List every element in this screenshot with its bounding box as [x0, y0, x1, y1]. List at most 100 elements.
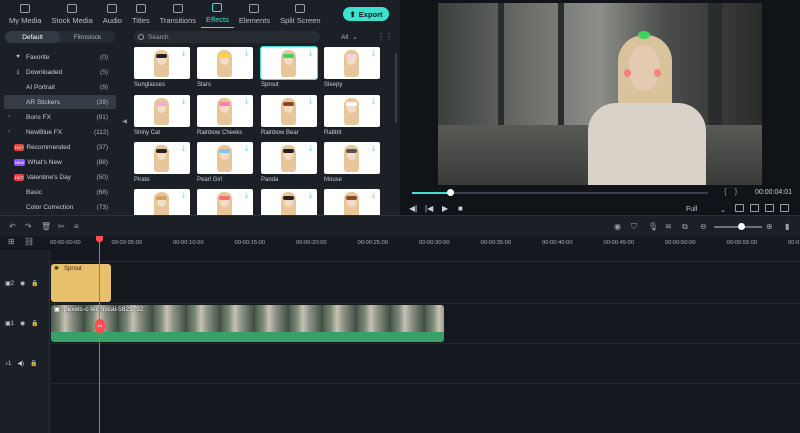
tab-effects[interactable]: Effects — [201, 0, 234, 28]
render-icon[interactable]: ◉ — [614, 222, 621, 231]
tab-audio[interactable]: Audio — [98, 0, 127, 28]
download-icon[interactable]: ⤓ — [309, 98, 312, 105]
play-icon[interactable]: ▶ — [442, 204, 448, 213]
collapse-panel-button[interactable]: ◀ — [120, 28, 129, 215]
export-button[interactable]: ⬆ Export — [343, 7, 389, 21]
category-ar-stickers[interactable]: AR Stickers (39) — [4, 95, 116, 109]
download-icon[interactable]: ⤓ — [182, 145, 185, 152]
monitor-icon[interactable] — [735, 204, 744, 212]
effect-card[interactable]: ⤓ — [324, 189, 380, 215]
preview-zoom-select[interactable]: Full ⌄ — [686, 204, 726, 215]
filter-dropdown[interactable]: All ⌄ — [341, 31, 368, 43]
speaker-icon[interactable]: ◀) — [17, 360, 24, 367]
volume-icon[interactable] — [765, 204, 774, 212]
effect-card[interactable]: ⤓ — [134, 95, 190, 127]
grid-scrollbar[interactable] — [395, 53, 397, 123]
link-icon[interactable]: ⛓ — [24, 237, 34, 246]
download-icon[interactable]: ⤓ — [309, 192, 312, 199]
video-clip[interactable]: ▣ pexels-c-technical-5823792 — [51, 305, 444, 342]
timeline-zoom-slider[interactable] — [714, 223, 762, 230]
category-whats-new[interactable]: NEW What's New (88) — [4, 155, 116, 169]
undo-icon[interactable]: ↶ — [9, 222, 16, 231]
category-ai-portrait[interactable]: AI Portrait (9) — [4, 80, 116, 94]
redo-icon[interactable]: ↷ — [25, 222, 32, 231]
effect-card[interactable]: ⤓ — [324, 95, 380, 127]
shield-icon[interactable]: ⛉ — [631, 222, 637, 232]
delete-icon[interactable]: 🗑 — [41, 222, 51, 231]
category-recommended[interactable]: HOT Recommended (37) — [4, 140, 116, 154]
tab-stock-media[interactable]: Stock Media — [47, 0, 98, 28]
video-preview[interactable] — [438, 3, 762, 185]
effect-card[interactable]: ⤓ — [261, 95, 317, 127]
category-newblue-fx[interactable]: › NewBlue FX (112) — [4, 125, 116, 139]
download-icon[interactable]: ⤓ — [245, 98, 248, 105]
download-icon[interactable]: ⤓ — [372, 50, 375, 57]
add-track-icon[interactable]: ⊞ — [8, 237, 15, 246]
category-basic[interactable]: Basic (68) — [4, 185, 116, 199]
effect-card[interactable]: ⤓ — [134, 189, 190, 215]
playback-progress-bar[interactable] — [412, 189, 708, 196]
download-icon[interactable]: ⤓ — [182, 50, 185, 57]
download-icon[interactable]: ⤓ — [245, 50, 248, 57]
eye-icon[interactable]: ◉ — [20, 280, 25, 287]
tab-my-media[interactable]: My Media — [4, 0, 47, 28]
mic-icon[interactable]: 🎙 — [648, 222, 658, 231]
effect-card[interactable]: ⤓ — [261, 142, 317, 174]
tab-transitions[interactable]: Transitions — [155, 0, 201, 28]
scissors-icon[interactable]: ✂ — [95, 319, 105, 333]
mark-in-out-icon[interactable]: {} — [724, 187, 745, 196]
download-icon[interactable]: ⤓ — [372, 192, 375, 199]
download-icon[interactable]: ⤓ — [182, 192, 185, 199]
tab-titles[interactable]: Titles — [127, 0, 155, 28]
effect-card[interactable]: ⤓ — [324, 142, 380, 174]
effect-card[interactable]: ⤓ — [197, 95, 253, 127]
download-icon[interactable]: ⤓ — [245, 145, 248, 152]
grid-view-icon[interactable]: ⋮⋮ — [377, 32, 393, 41]
effect-card[interactable]: ⤓ — [134, 47, 190, 79]
category-valentines-day[interactable]: HOT Valentine's Day (50) — [4, 170, 116, 184]
chevron-right-icon[interactable]: › — [4, 114, 14, 120]
menu-icon[interactable]: ≡ — [74, 222, 79, 231]
effect-card[interactable]: ⤓ — [134, 142, 190, 174]
category-boris-fx[interactable]: › Boris FX (91) — [4, 110, 116, 124]
category-color-correction[interactable]: Color Correction (73) — [4, 200, 116, 214]
zoom-in-icon[interactable]: ⊕ — [766, 222, 773, 231]
lock-icon[interactable]: 🔒 — [31, 320, 38, 327]
crop-icon[interactable]: ⧉ — [682, 222, 688, 232]
segment-default[interactable]: Default — [5, 31, 60, 43]
fullscreen-icon[interactable] — [780, 204, 789, 212]
lock-icon[interactable]: 🔒 — [30, 360, 37, 367]
effect-card[interactable]: ⤓ — [197, 142, 253, 174]
download-icon[interactable]: ⤓ — [372, 98, 375, 105]
timeline-ruler[interactable]: ⊞ ⛓ 00:00:00:00 00:00:05:00 00:00:10:00 00:… — [0, 236, 800, 250]
download-icon[interactable]: ⤓ — [309, 50, 312, 57]
search-input[interactable]: Search — [134, 31, 320, 43]
cut-icon[interactable]: ✂ — [58, 222, 65, 231]
category-downloaded[interactable]: ⤓ Downloaded (5) — [4, 65, 116, 79]
download-icon[interactable]: ⤓ — [372, 145, 375, 152]
effect-card[interactable]: ⤓ — [197, 47, 253, 79]
effect-card[interactable]: ⤓ — [197, 189, 253, 215]
sticker-clip[interactable]: Sprout ✺ — [51, 264, 111, 302]
effect-card[interactable]: ⤓ — [260, 46, 318, 80]
tab-elements[interactable]: Elements — [234, 0, 275, 28]
prev-frame-icon[interactable]: ◀| — [409, 204, 417, 213]
zoom-out-icon[interactable]: ⊖ — [700, 222, 707, 231]
chevron-right-icon[interactable]: › — [4, 129, 14, 135]
tab-split-screen[interactable]: Split Screen — [275, 0, 325, 28]
download-icon[interactable]: ⤓ — [182, 98, 185, 105]
lock-icon[interactable]: 🔒 — [31, 280, 38, 287]
snapshot-icon[interactable] — [750, 204, 759, 212]
zoom-slider-knob[interactable] — [738, 223, 745, 230]
download-icon[interactable]: ⤓ — [309, 145, 312, 152]
stop-icon[interactable]: ■ — [458, 204, 463, 213]
play-back-icon[interactable]: |◀ — [425, 204, 433, 213]
effect-card[interactable]: ⤓ — [324, 47, 380, 79]
effect-card[interactable]: ⤓ — [261, 189, 317, 215]
grid-icon[interactable]: ▮ — [785, 222, 789, 231]
audio-mix-icon[interactable]: ≋ — [665, 222, 672, 231]
category-favorite[interactable]: ♥ Favorite (0) — [4, 50, 116, 64]
playhead-line[interactable] — [99, 236, 100, 433]
eye-icon[interactable]: ◉ — [20, 320, 25, 327]
download-icon[interactable]: ⤓ — [245, 192, 248, 199]
